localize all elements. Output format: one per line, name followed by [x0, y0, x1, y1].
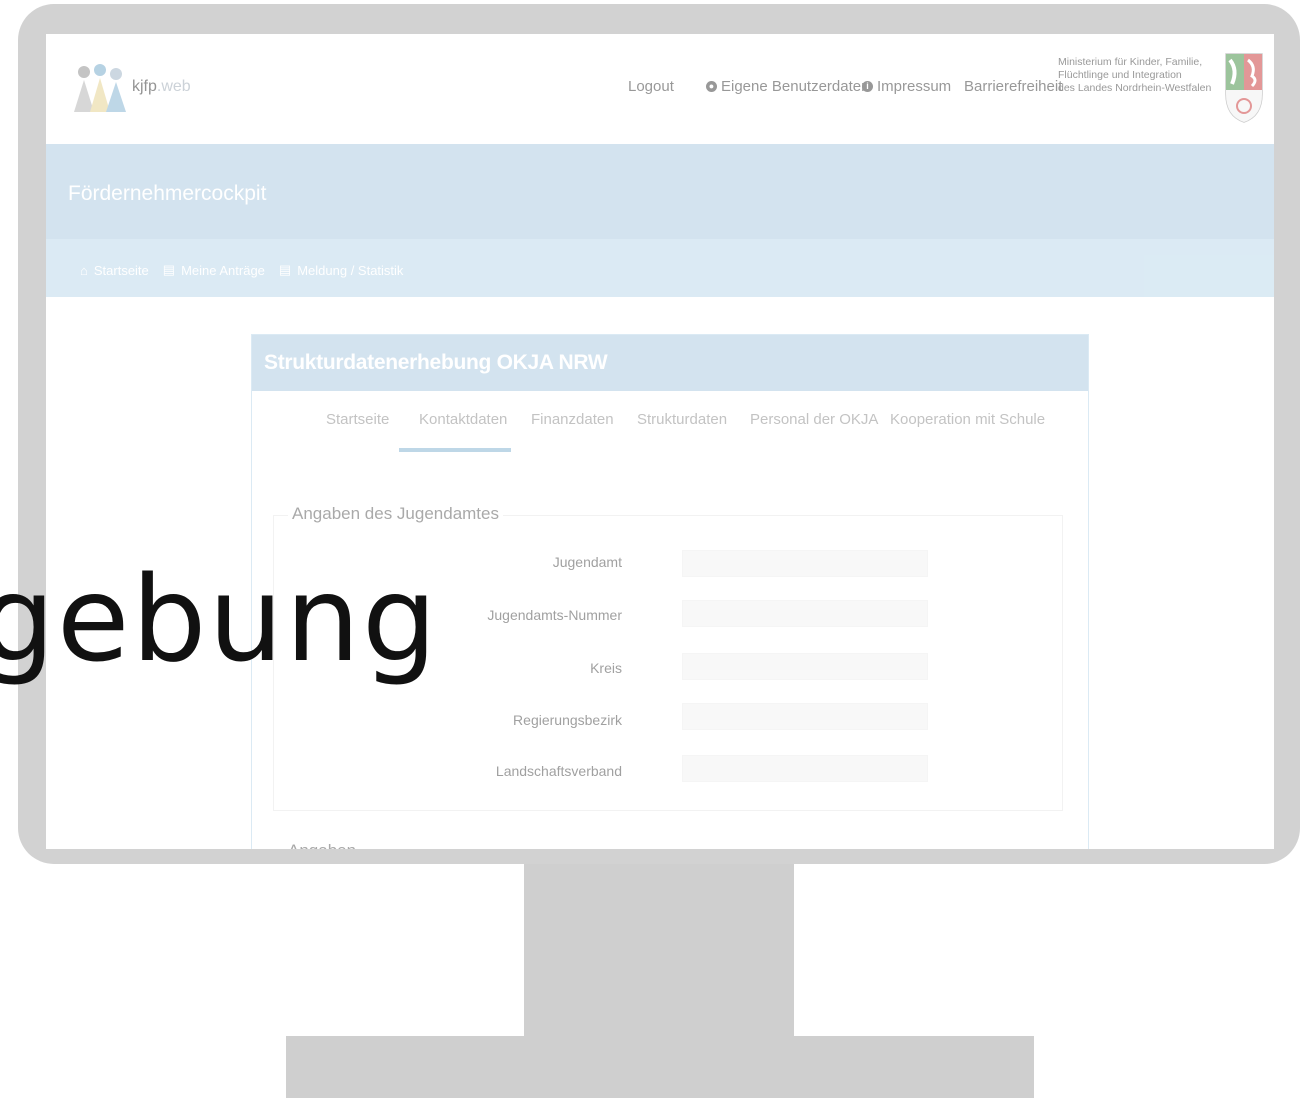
nrw-crest-icon — [1225, 53, 1263, 123]
logout-label: Logout — [628, 78, 674, 95]
sub-navigation: ⌂ Startseite ▤ Meine Anträge ▤ Meldung /… — [80, 262, 403, 278]
ministry-name: Ministerium für Kinder, Familie, Flüchtl… — [1058, 56, 1212, 95]
field-label-landschaftsverband: Landschaftsverband — [495, 763, 622, 779]
monitor-screen: kjfp.web Logout ● Eigene Benutzerdaten i… — [46, 34, 1274, 849]
subnav-item-meldung-statistik[interactable]: ▤ Meldung / Statistik — [279, 262, 404, 278]
barrierefreiheit-link[interactable]: Barrierefreiheit — [964, 78, 1062, 95]
brand-main: kjfp — [132, 78, 157, 95]
info-icon: i — [862, 81, 873, 92]
overlay-heading: gebung — [0, 550, 439, 688]
tab-startseite[interactable]: Startseite — [326, 411, 389, 428]
screen-content: kjfp.web Logout ● Eigene Benutzerdaten i… — [46, 34, 1274, 849]
ministry-line-2: Flüchtlinge und Integration — [1058, 69, 1182, 81]
logout-link[interactable]: Logout — [628, 78, 674, 95]
eigene-benutzerdaten-link[interactable]: ● Eigene Benutzerdaten — [706, 78, 869, 95]
landschaftsverband-input[interactable] — [682, 755, 928, 782]
jugendamts-nummer-input[interactable] — [682, 600, 928, 627]
document-icon: ▤ — [162, 262, 176, 277]
monitor-stand-neck — [524, 864, 794, 1036]
tab-kontaktdaten[interactable]: Kontaktdaten — [419, 411, 507, 428]
next-fieldset-legend: Angaben — [288, 841, 356, 849]
field-label-jugendamts-nummer: Jugendamts-Nummer — [487, 607, 622, 623]
subnav-label-startseite: Startseite — [93, 262, 149, 278]
tab-kooperation-mit-schule[interactable]: Kooperation mit Schule — [890, 411, 1045, 428]
kjfp-logo-icon[interactable] — [70, 58, 130, 118]
field-label-regierungsbezirk: Regierungsbezirk — [513, 712, 622, 728]
ministry-line-1: Ministerium für Kinder, Familie, — [1058, 56, 1203, 68]
panel-title: Strukturdatenerhebung OKJA NRW — [264, 351, 608, 374]
home-icon: ⌂ — [80, 262, 88, 278]
subnav-label-meldung-statistik: Meldung / Statistik — [297, 262, 404, 278]
ministry-line-3: des Landes Nordrhein-Westfalen — [1058, 82, 1212, 94]
tab-finanzdaten[interactable]: Finanzdaten — [531, 411, 614, 428]
top-bar: kjfp.web Logout ● Eigene Benutzerdaten i… — [46, 34, 1274, 144]
tab-strukturdaten[interactable]: Strukturdaten — [637, 411, 727, 428]
page-title: Fördernehmercockpit — [68, 182, 267, 205]
brand-name[interactable]: kjfp.web — [132, 78, 191, 96]
panel-header: Strukturdatenerhebung OKJA NRW — [252, 335, 1088, 391]
eigene-benutzerdaten-label: Eigene Benutzerdaten — [721, 78, 870, 95]
impressum-label: Impressum — [877, 78, 952, 95]
kreis-input[interactable] — [682, 653, 928, 680]
regierungsbezirk-input[interactable] — [682, 703, 928, 730]
brand-suffix: .web — [156, 78, 191, 95]
fieldset-legend: Angaben des Jugendamtes — [288, 504, 503, 524]
document-icon: ▤ — [278, 262, 292, 277]
field-label-jugendamt: Jugendamt — [552, 554, 622, 570]
jugendamt-input[interactable] — [682, 550, 928, 577]
user-icon: ● — [706, 81, 717, 92]
barrierefreiheit-label: Barrierefreiheit — [964, 78, 1063, 95]
tab-personal-der-okja[interactable]: Personal der OKJA — [750, 411, 878, 428]
impressum-link[interactable]: i Impressum — [862, 78, 951, 95]
subnav-item-meine-antraege[interactable]: ▤ Meine Anträge — [163, 262, 265, 278]
active-tab-indicator — [399, 448, 511, 452]
panel-tabs: Startseite Kontaktdaten Finanzdaten Stru… — [252, 411, 1088, 451]
monitor-stand-base — [286, 1036, 1034, 1098]
subnav-label-meine-antraege: Meine Anträge — [181, 262, 265, 278]
subnav-item-startseite[interactable]: ⌂ Startseite — [80, 262, 149, 278]
field-label-kreis: Kreis — [590, 660, 622, 676]
